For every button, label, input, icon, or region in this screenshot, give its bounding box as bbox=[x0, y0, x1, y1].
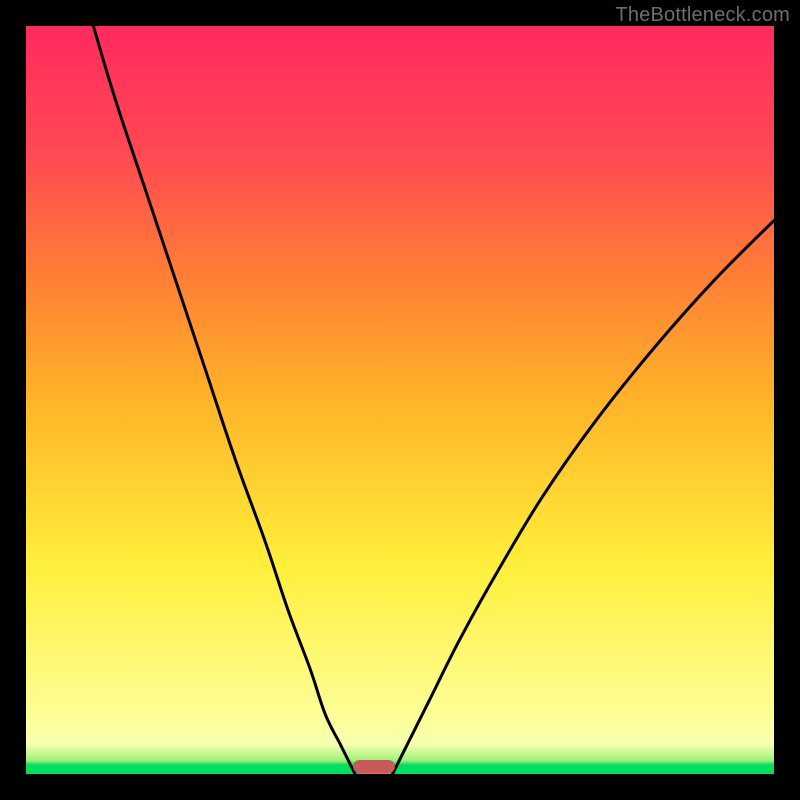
plot-area bbox=[26, 26, 774, 774]
outer-frame: TheBottleneck.com bbox=[0, 0, 800, 800]
right-curve bbox=[393, 220, 774, 774]
left-curve bbox=[93, 26, 355, 774]
watermark-text: TheBottleneck.com bbox=[615, 4, 790, 27]
curve-layer bbox=[26, 26, 774, 774]
min-marker bbox=[353, 760, 396, 773]
